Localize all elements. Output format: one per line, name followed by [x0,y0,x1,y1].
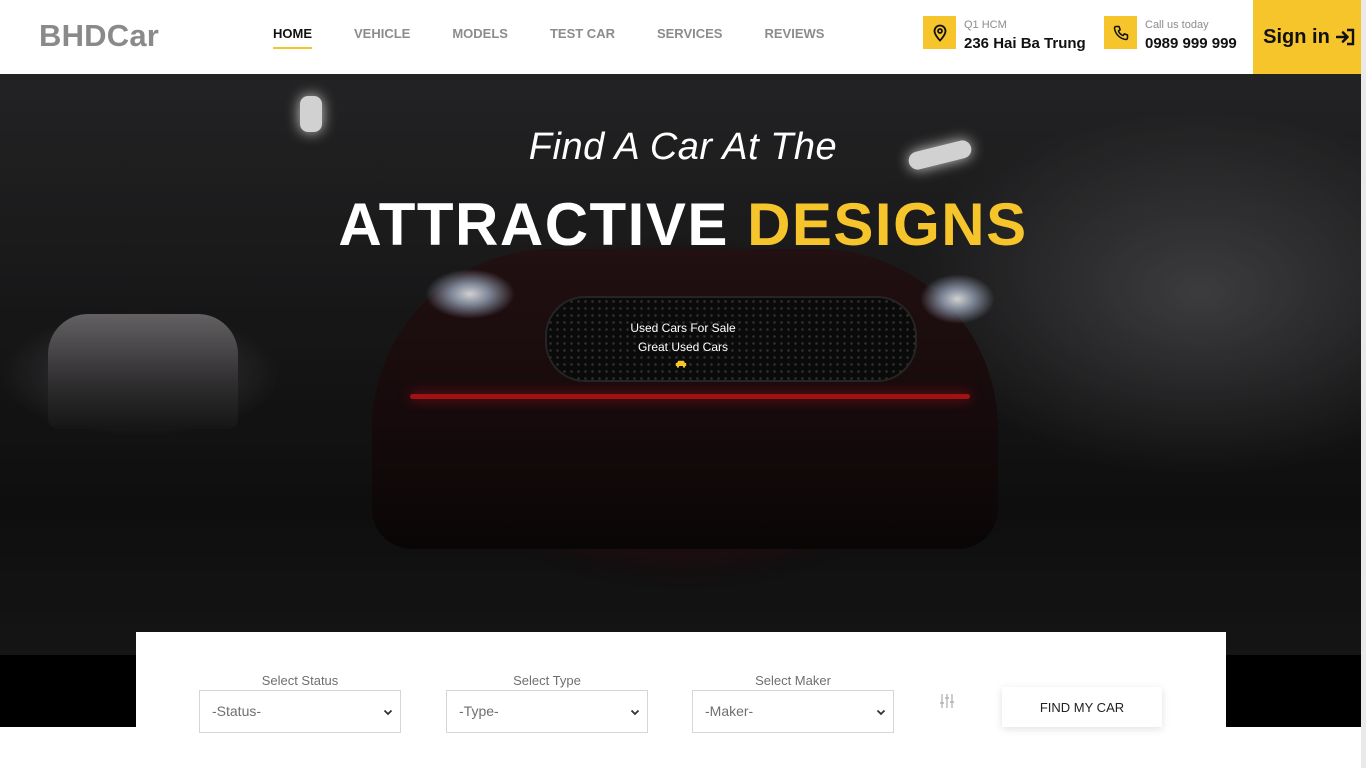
hero-heading-accent: DESIGNS [747,191,1028,258]
nav-item-test-car[interactable]: TEST CAR [550,26,615,41]
status-select[interactable]: -Status- [199,690,401,733]
status-label: Select Status [261,673,339,688]
site-logo[interactable]: BHDCar [39,18,159,54]
maker-field: Select Maker -Maker- [692,673,894,733]
chevron-down-icon [876,709,886,716]
sign-in-button[interactable]: Sign in [1253,0,1366,74]
car-search-form: Select Status -Status- Select Type -Type… [136,632,1226,733]
hero-subtitle-line2: Great Used Cars [637,340,729,354]
site-header: BHDCar HOME VEHICLE MODELS TEST CAR SERV… [0,0,1366,74]
map-pin-icon [923,16,956,49]
maker-label: Select Maker [755,673,831,688]
status-value: -Status- [212,703,262,719]
car-icon [675,360,687,368]
nav-item-services[interactable]: SERVICES [657,26,723,41]
status-field: Select Status -Status- [199,673,401,733]
nav-item-models[interactable]: MODELS [452,26,508,41]
page: BHDCar HOME VEHICLE MODELS TEST CAR SERV… [0,0,1366,768]
hero-subtitle-line1: Used Cars For Sale [630,321,736,335]
maker-select[interactable]: -Maker- [692,690,894,733]
type-value: -Type- [459,703,499,719]
nav-item-reviews[interactable]: REVIEWS [764,26,824,41]
sign-in-arrow-icon [1335,28,1355,46]
find-my-car-button[interactable]: FIND MY CAR [1002,687,1162,727]
hero-heading-line1: Find A Car At The [528,126,838,168]
phone-label: Call us today [1145,19,1209,31]
page-scrollbar[interactable] [1361,0,1366,768]
hero-heading-white: ATTRACTIVE [338,191,729,258]
nav-item-vehicle[interactable]: VEHICLE [354,26,410,41]
chevron-down-icon [383,709,393,716]
phone-info: Call us today 0989 999 999 [1104,16,1237,54]
chevron-down-icon [630,709,640,716]
phone-number[interactable]: 0989 999 999 [1145,34,1237,54]
nav-item-home[interactable]: HOME [273,26,312,49]
phone-icon [1104,16,1137,49]
type-select[interactable]: -Type- [446,690,648,733]
address-text: 236 Hai Ba Trung [964,35,1086,52]
location-info: Q1 HCM 236 Hai Ba Trung [923,16,1086,54]
sliders-icon[interactable] [939,693,955,709]
type-label: Select Type [513,673,581,688]
hero-banner: Find A Car At The ATTRACTIVE DESIGNS Use… [0,74,1366,655]
maker-value: -Maker- [705,703,754,719]
main-nav: HOME VEHICLE MODELS TEST CAR SERVICES RE… [273,26,866,49]
hero-subtitle: Used Cars For Sale Great Used Cars [0,319,1366,357]
location-label: Q1 HCM [964,19,1007,31]
sign-in-label: Sign in [1263,25,1330,48]
hero-heading-line2: ATTRACTIVE DESIGNS [0,190,1366,259]
type-field: Select Type -Type- [446,673,648,733]
